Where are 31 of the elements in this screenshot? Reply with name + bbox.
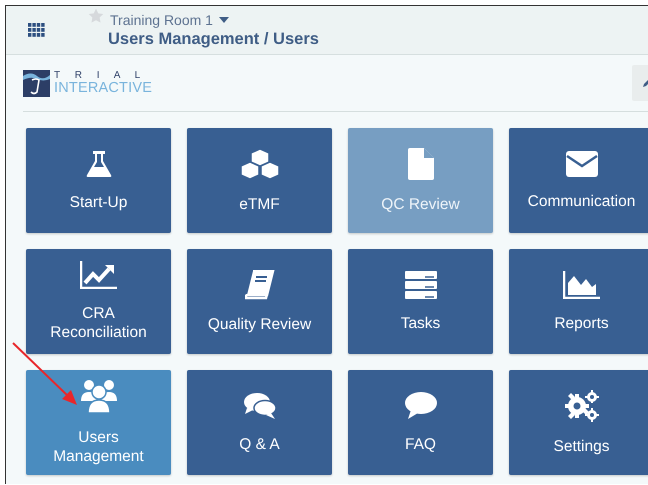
envelope-icon — [566, 150, 598, 176]
star-icon[interactable] — [88, 8, 104, 24]
book-icon — [244, 270, 274, 300]
module-tile[interactable]: FAQ — [348, 370, 493, 475]
module-tile[interactable]: eTMF — [187, 128, 332, 233]
module-tile[interactable]: Users Management — [26, 370, 171, 475]
flask-icon — [86, 150, 112, 178]
caret-icon[interactable] — [218, 16, 229, 22]
room-name[interactable]: Training Room 1 — [110, 12, 213, 28]
logo-text-bottom: INTERACTIVE — [54, 80, 152, 96]
apps-menu-icon[interactable] — [28, 23, 45, 37]
line-chart-icon — [80, 261, 117, 289]
module-tile[interactable]: Reports — [509, 249, 648, 354]
logo-mark-icon — [23, 70, 50, 96]
users-icon — [80, 379, 116, 413]
module-tile[interactable]: Q & A — [187, 370, 332, 475]
module-tile[interactable]: CRA Reconciliation — [26, 249, 171, 354]
gears-icon — [564, 390, 598, 422]
breadcrumb: Users Management / Users — [108, 30, 319, 48]
cubes-icon — [240, 148, 280, 180]
module-tile[interactable]: Tasks — [348, 249, 493, 354]
module-tile[interactable]: Start-Up — [26, 128, 171, 233]
module-tile[interactable]: Communication — [509, 128, 648, 233]
chat-bubbles-icon — [244, 392, 276, 420]
server-icon — [404, 270, 436, 298]
document-icon — [408, 148, 434, 180]
logo-text-top: T R I A L — [54, 70, 148, 81]
speech-bubble-icon — [404, 392, 436, 420]
module-tile[interactable]: Quality Review — [187, 249, 332, 354]
module-tile[interactable]: Settings — [509, 370, 648, 475]
area-chart-icon — [563, 270, 600, 298]
